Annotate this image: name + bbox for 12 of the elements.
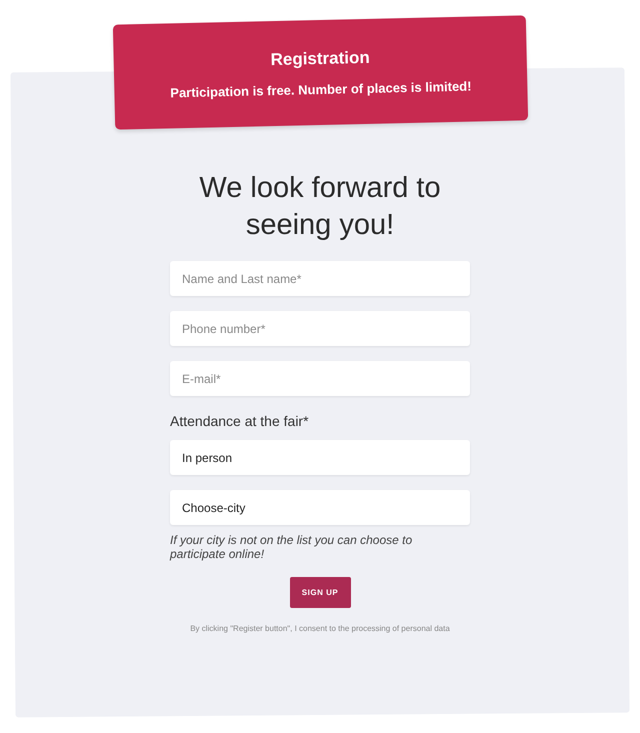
city-note: If your city is not on the list you can choose to participate online! — [170, 533, 414, 561]
consent-text: By clicking "Register button", I consent to the processing of personal data — [190, 623, 450, 635]
banner-subtitle: Participation is free. Number of places is limited! — [170, 77, 472, 102]
attendance-select[interactable]: In person — [170, 440, 470, 475]
city-select[interactable]: Choose-city — [170, 490, 470, 525]
input-field[interactable]: Phone number* — [170, 311, 470, 346]
banner-title: Registration — [270, 46, 370, 72]
form-heading: We look forward to seeing you! — [198, 171, 442, 243]
sign-up-button[interactable]: SIGN UP — [290, 577, 350, 608]
input-field[interactable]: E-mail* — [170, 361, 470, 396]
input-field[interactable]: Name and Last name* — [170, 261, 470, 296]
attendance-label: Attendance at the fair* — [170, 412, 310, 431]
